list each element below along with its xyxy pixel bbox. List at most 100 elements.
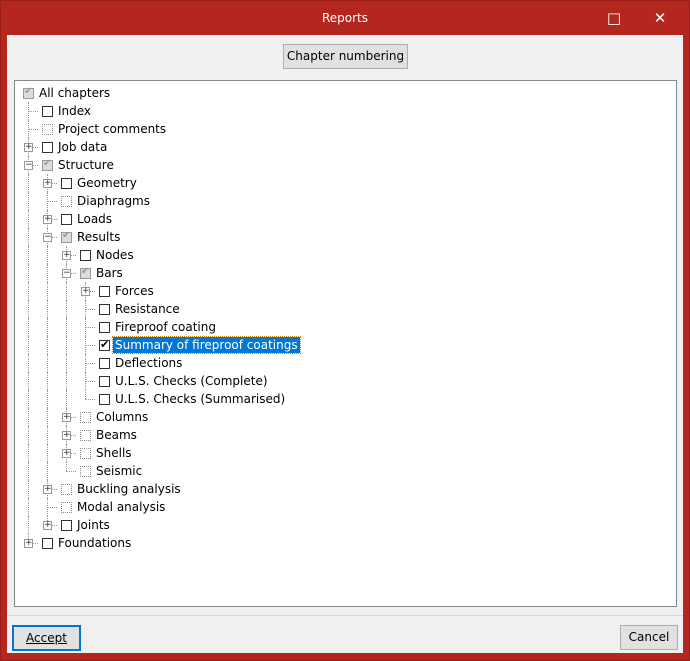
tree-item[interactable]: U.L.S. Checks (Summarised)	[15, 390, 676, 408]
checkbox[interactable]	[80, 448, 91, 459]
tree-line	[47, 354, 48, 372]
tree-item[interactable]: U.L.S. Checks (Complete)	[15, 372, 676, 390]
tree-item[interactable]: + Joints	[15, 516, 676, 534]
tree-line	[47, 372, 48, 390]
tree-line	[85, 309, 95, 310]
checkbox[interactable]	[80, 266, 91, 279]
tree-item[interactable]: + Nodes	[15, 246, 676, 264]
checkbox[interactable]	[61, 214, 72, 225]
tree-item[interactable]: + Buckling analysis	[15, 480, 676, 498]
cancel-button[interactable]: Cancel	[620, 625, 678, 650]
tree-line	[47, 444, 48, 462]
tree-item[interactable]: Resistance	[15, 300, 676, 318]
checkbox[interactable]	[99, 358, 110, 369]
checkbox[interactable]	[61, 520, 72, 531]
tree-line	[28, 426, 29, 444]
checkbox[interactable]	[61, 484, 72, 495]
tree-line	[47, 300, 48, 318]
checkbox[interactable]	[80, 430, 91, 441]
checkbox[interactable]	[42, 158, 53, 171]
checkbox[interactable]	[99, 394, 110, 405]
tree-line	[85, 381, 95, 382]
tree-item-label: Geometry	[77, 176, 137, 190]
tree-item[interactable]: Index	[15, 102, 676, 120]
tree-item-label: Modal analysis	[77, 500, 166, 514]
accept-button[interactable]: Accept	[12, 625, 81, 651]
tree-line	[28, 480, 29, 498]
tree-item[interactable]: Fireproof coating	[15, 318, 676, 336]
tree-line	[28, 498, 29, 516]
tree-item-label: U.L.S. Checks (Complete)	[115, 374, 268, 388]
tree-line	[47, 426, 48, 444]
checkbox[interactable]	[80, 250, 91, 261]
checkbox[interactable]	[61, 230, 72, 243]
tree-item[interactable]: All chapters	[15, 84, 676, 102]
checkbox[interactable]	[42, 106, 53, 117]
tree-line	[28, 174, 29, 192]
checkbox[interactable]	[99, 376, 110, 387]
tree-item[interactable]: Summary of fireproof coatings	[15, 336, 676, 354]
chapters-tree[interactable]: All chapters Index Project comments + Job da…	[14, 80, 677, 607]
maximize-button[interactable]: □	[591, 1, 637, 35]
close-button[interactable]: ✕	[637, 1, 683, 35]
expand-icon[interactable]: +	[62, 251, 71, 260]
checkbox[interactable]	[42, 538, 53, 549]
tree-item[interactable]: + Geometry	[15, 174, 676, 192]
tree-item[interactable]: + Forces	[15, 282, 676, 300]
expand-icon[interactable]: +	[62, 413, 71, 422]
expand-icon[interactable]: +	[43, 215, 52, 224]
expand-icon[interactable]: +	[43, 521, 52, 530]
checkbox[interactable]	[42, 124, 53, 135]
tree-item[interactable]: + Beams	[15, 426, 676, 444]
expand-icon[interactable]: +	[81, 287, 90, 296]
tree-item[interactable]: + Columns	[15, 408, 676, 426]
tree-item[interactable]: + Foundations	[15, 534, 676, 552]
tree-item[interactable]: − Bars	[15, 264, 676, 282]
tree-line	[28, 444, 29, 462]
expand-icon[interactable]: +	[24, 539, 33, 548]
maximize-icon: □	[606, 9, 622, 27]
tree-item[interactable]: − Structure	[15, 156, 676, 174]
chapter-numbering-button[interactable]: Chapter numbering	[283, 44, 408, 69]
expand-icon[interactable]: +	[43, 485, 52, 494]
tree-item-label: Joints	[77, 518, 110, 532]
tree-item-label: Bars	[96, 266, 123, 280]
tree-line	[47, 201, 57, 202]
checkbox[interactable]	[80, 466, 91, 477]
checkbox[interactable]	[42, 142, 53, 153]
expand-icon[interactable]: +	[62, 449, 71, 458]
collapse-icon[interactable]: −	[62, 269, 71, 278]
tree-item[interactable]: Deflections	[15, 354, 676, 372]
collapse-icon[interactable]: −	[24, 161, 33, 170]
expand-icon[interactable]: +	[62, 431, 71, 440]
collapse-icon[interactable]: −	[43, 233, 52, 242]
tree-item[interactable]: Seismic	[15, 462, 676, 480]
tree-item[interactable]: Project comments	[15, 120, 676, 138]
checkbox[interactable]	[99, 304, 110, 315]
expand-icon[interactable]: +	[43, 179, 52, 188]
checkbox[interactable]	[61, 196, 72, 207]
tree-item[interactable]: + Shells	[15, 444, 676, 462]
checkbox[interactable]	[80, 412, 91, 423]
tree-line	[66, 282, 67, 300]
title-bar: Reports □ ✕	[1, 1, 689, 35]
tree-item-label: Nodes	[96, 248, 134, 262]
checkbox[interactable]	[99, 338, 110, 351]
tree-item[interactable]: + Loads	[15, 210, 676, 228]
tree-item[interactable]: − Results	[15, 228, 676, 246]
tree-item-label: Foundations	[58, 536, 132, 550]
checkbox[interactable]	[61, 502, 72, 513]
expand-icon[interactable]: +	[24, 143, 33, 152]
checkbox[interactable]	[99, 286, 110, 297]
tree-item-label: Results	[77, 230, 121, 244]
tree-line	[28, 129, 38, 130]
tree-item[interactable]: Modal analysis	[15, 498, 676, 516]
tree-item[interactable]: + Job data	[15, 138, 676, 156]
tree-line	[28, 300, 29, 318]
checkbox[interactable]	[23, 86, 34, 99]
tree-line	[28, 516, 29, 534]
reports-window: Reports □ ✕ Chapter numbering All chapte…	[0, 0, 690, 661]
checkbox[interactable]	[99, 322, 110, 333]
tree-item[interactable]: Diaphragms	[15, 192, 676, 210]
checkbox[interactable]	[61, 178, 72, 189]
